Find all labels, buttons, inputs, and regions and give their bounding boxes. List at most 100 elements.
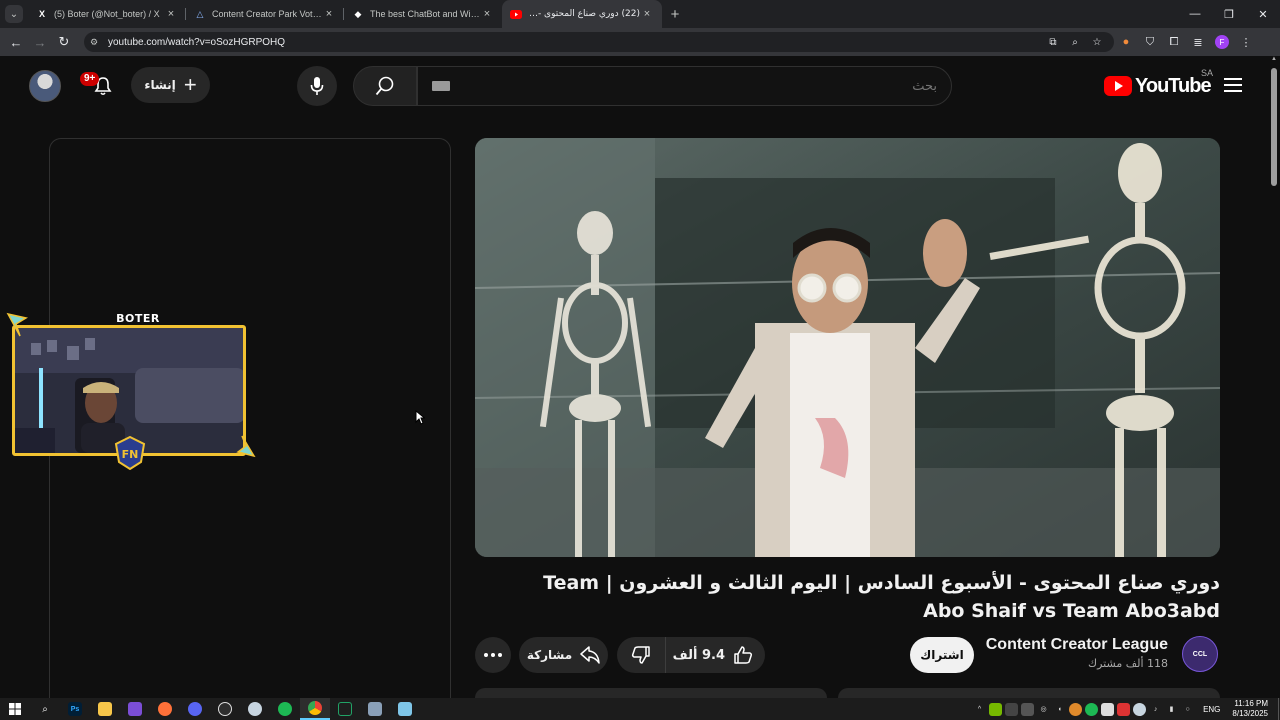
new-tab-button[interactable]: + (662, 0, 688, 28)
tray-ring-icon[interactable]: ○ (1181, 703, 1194, 716)
cast-icon[interactable]: ⧉ (1042, 37, 1064, 48)
site-info-icon[interactable]: ⚙ (90, 37, 102, 48)
window-controls: — ❐ ✕ (1178, 0, 1280, 28)
visual-studio-icon[interactable] (120, 698, 150, 720)
discord-icon[interactable] (180, 698, 210, 720)
tray-mic-icon[interactable]: ▮ (1165, 703, 1178, 716)
share-button[interactable]: مشاركة (519, 637, 608, 673)
create-button[interactable]: إنشاء + (131, 67, 210, 103)
obs-icon[interactable] (210, 698, 240, 720)
url-text[interactable]: youtube.com/watch?v=oSozHGRPOHQ (108, 37, 1042, 48)
close-window-icon[interactable]: ✕ (1246, 0, 1280, 28)
country-code: SA (1201, 68, 1214, 78)
nvidia-icon[interactable] (989, 702, 1003, 716)
youtube-logo[interactable]: YouTube SA (1104, 68, 1213, 98)
spotify-icon[interactable] (270, 698, 300, 720)
forward-icon[interactable]: → (28, 30, 52, 54)
voice-search-button[interactable] (297, 66, 337, 106)
close-icon[interactable]: × (322, 8, 336, 20)
extension-orange-icon[interactable]: ● (1114, 30, 1138, 54)
scroll-up-icon[interactable]: ▲ (1268, 56, 1280, 66)
zoom-icon[interactable]: ⌕ (1064, 37, 1086, 48)
scrollbar-thumb[interactable] (1271, 68, 1277, 186)
search-input[interactable] (450, 78, 937, 94)
browser-tab-voting[interactable]: △ Content Creator Park Voting - Y × (186, 0, 344, 28)
extension-shield-icon[interactable]: ⛉ (1138, 30, 1162, 54)
file-explorer-icon[interactable] (90, 698, 120, 720)
steam-icon[interactable] (240, 698, 270, 720)
subscribe-button[interactable]: اشتراك (910, 637, 974, 673)
plus-icon: + (183, 72, 197, 97)
tray-square-icon[interactable] (1101, 702, 1115, 716)
dislike-button[interactable] (617, 637, 665, 673)
tray-spotify-icon[interactable] (1085, 702, 1099, 716)
back-icon[interactable]: ← (4, 30, 28, 54)
keyboard-icon[interactable] (432, 81, 450, 91)
system-clock[interactable]: 11:16 PM 8/13/2025 (1232, 699, 1268, 719)
windows-taskbar: ⌕ Ps ^ ◎ ◖ ♪ ▮ ○ ENG 11:16 PM 8/13/2025 (0, 698, 1280, 720)
reload-icon[interactable]: ↻ (52, 30, 76, 54)
tray-chevron-icon[interactable]: ^ (973, 703, 986, 716)
overlay-corner-right-icon (236, 435, 256, 458)
chrome-icon[interactable] (300, 698, 330, 720)
notepad-icon[interactable] (390, 698, 420, 720)
browser-menu-icon[interactable]: ⋮ (1234, 30, 1258, 54)
tab-search-button[interactable]: ⌄ (0, 0, 28, 28)
tray-app-2-icon[interactable] (1021, 702, 1035, 716)
start-icon[interactable] (0, 698, 30, 720)
excel-icon[interactable] (330, 698, 360, 720)
browser-tab-youtube[interactable]: (22) دوري صناع المحتوى - الأسبو × (502, 0, 662, 28)
channel-name[interactable]: Content Creator League (968, 636, 1168, 654)
like-button[interactable]: 9.4 ألف (665, 637, 765, 673)
reading-list-icon[interactable]: ≣ (1186, 30, 1210, 54)
close-icon[interactable]: × (640, 8, 654, 20)
notification-badge: 9+ (80, 72, 100, 86)
channel-avatar[interactable]: CCL (1182, 636, 1218, 672)
address-bar[interactable]: ⚙ youtube.com/watch?v=oSozHGRPOHQ ⧉ ⌕ ☆ (84, 32, 1114, 52)
volume-icon[interactable]: ◖ (1053, 703, 1066, 716)
related-panel[interactable] (838, 688, 1220, 698)
network-icon[interactable]: ◎ (1037, 703, 1050, 716)
tray-app-icon[interactable] (1005, 702, 1019, 716)
video-player[interactable] (475, 138, 1220, 557)
overlay-crest-icon: FN (114, 436, 146, 470)
tray-sound-icon[interactable]: ♪ (1149, 703, 1162, 716)
close-icon[interactable]: × (164, 8, 178, 20)
guide-menu-icon[interactable] (1224, 78, 1242, 92)
clock-time: 11:16 PM (1234, 699, 1268, 708)
extensions-puzzle-icon[interactable]: ⧠ (1162, 30, 1186, 54)
app-icon[interactable] (360, 698, 390, 720)
youtube-masthead: 9+ إنشاء + YouTube SA (0, 56, 1268, 116)
photoshop-label: Ps (68, 702, 82, 716)
browser-tab-x[interactable]: X (5) Boter (@Not_boter) / X × (28, 0, 186, 28)
close-icon[interactable]: × (480, 8, 494, 20)
input-language[interactable]: ENG (1203, 705, 1220, 714)
account-avatar[interactable] (29, 70, 61, 102)
bookmark-star-icon[interactable]: ☆ (1086, 37, 1108, 48)
tab-title: (5) Boter (@Not_boter) / X (54, 9, 160, 19)
youtube-favicon-icon (510, 8, 522, 20)
tray-record-icon[interactable] (1117, 702, 1131, 716)
browser-toolbar: ← → ↻ ⚙ youtube.com/watch?v=oSozHGRPOHQ … (0, 28, 1280, 56)
page-scrollbar[interactable]: ▲ (1268, 56, 1280, 698)
more-actions-button[interactable] (475, 637, 511, 673)
share-label: مشاركة (526, 648, 573, 662)
tray-steam-icon[interactable] (1133, 702, 1147, 716)
tab-title: Content Creator Park Voting - Y (212, 9, 322, 19)
tray-orange-icon[interactable] (1069, 702, 1083, 716)
video-title: دوري صناع المحتوى - الأسبوع السادس | الي… (543, 572, 1220, 622)
restore-icon[interactable]: ❐ (1212, 0, 1246, 28)
description-panel[interactable] (475, 688, 827, 698)
minimize-icon[interactable]: — (1178, 0, 1212, 28)
microphone-icon (310, 77, 324, 95)
profile-avatar[interactable]: F (1210, 30, 1234, 54)
search-button[interactable] (353, 66, 417, 106)
chevron-down-icon: ⌄ (5, 5, 23, 23)
search-icon[interactable]: ⌕ (30, 698, 60, 720)
firefox-icon[interactable] (150, 698, 180, 720)
search-box[interactable] (417, 66, 952, 106)
tab-title: The best ChatBot and Widgets (370, 9, 480, 19)
photoshop-icon[interactable]: Ps (60, 698, 90, 720)
svg-text:FN: FN (122, 448, 139, 461)
browser-tab-chatbot[interactable]: ◆ The best ChatBot and Widgets × (344, 0, 502, 28)
